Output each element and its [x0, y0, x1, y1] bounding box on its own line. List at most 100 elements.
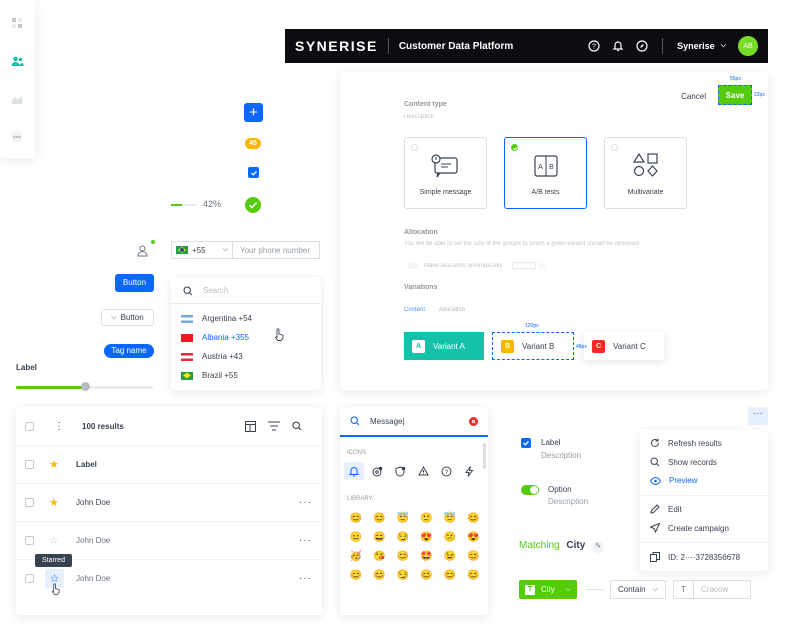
- emoji-item[interactable]: 😏: [391, 532, 415, 543]
- menu-item-show-records[interactable]: Show records: [650, 457, 717, 467]
- row-menu-icon[interactable]: ···: [299, 573, 312, 584]
- bolt-icon[interactable]: [459, 462, 479, 480]
- compass-icon[interactable]: [636, 40, 648, 52]
- emoji-item[interactable]: 😍: [462, 532, 486, 543]
- row-menu-icon[interactable]: ···: [299, 497, 312, 508]
- content-type-multivariate[interactable]: Multivariate: [604, 137, 687, 209]
- emoji-item[interactable]: 😊: [438, 570, 462, 581]
- country-code-select[interactable]: +55 ⌵: [171, 241, 233, 259]
- emoji-item[interactable]: 😏: [391, 570, 415, 581]
- emoji-item[interactable]: 😉: [438, 551, 462, 562]
- emoji-item[interactable]: 😊: [368, 570, 392, 581]
- edit-icon[interactable]: ✎: [592, 541, 605, 553]
- country-item-brazil[interactable]: Brazil +55: [181, 371, 238, 380]
- search-icon[interactable]: [292, 421, 302, 431]
- content-type-simple-message[interactable]: Simple message: [404, 137, 487, 209]
- notification-icon[interactable]: [344, 462, 364, 480]
- settings-alert-icon[interactable]: [367, 462, 387, 480]
- country-item-albania[interactable]: Albania +355: [181, 333, 249, 342]
- menu-item-edit[interactable]: Edit: [650, 504, 682, 514]
- more-vertical-icon[interactable]: ⋮: [54, 421, 64, 432]
- slider-handle[interactable]: [81, 382, 90, 391]
- country-search-input[interactable]: Search: [171, 278, 321, 304]
- emoji-item[interactable]: 😊: [344, 570, 368, 581]
- row-checkbox[interactable]: [25, 574, 34, 583]
- row-checkbox[interactable]: [25, 460, 34, 469]
- phone-number-field[interactable]: Your phone number: [233, 241, 320, 259]
- content-type-ab-tests[interactable]: AB A/B tests: [504, 137, 587, 209]
- menu-item-copy-id[interactable]: ID: 2····3728356678: [650, 552, 740, 562]
- emoji-item[interactable]: 😕: [438, 532, 462, 543]
- row-checkbox[interactable]: [25, 536, 34, 545]
- row-checkbox[interactable]: [25, 498, 34, 507]
- avatar[interactable]: AB: [738, 36, 758, 56]
- value-input[interactable]: T Cracow: [673, 580, 751, 599]
- star-filled-icon[interactable]: ★: [49, 496, 59, 509]
- users-icon[interactable]: [10, 54, 24, 68]
- emoji-item[interactable]: 😊: [368, 513, 392, 524]
- workspace-switcher[interactable]: Synerise ⌵: [677, 41, 726, 51]
- star-filled-icon[interactable]: ★: [49, 458, 59, 471]
- columns-icon[interactable]: [245, 420, 256, 432]
- notification-icon[interactable]: [612, 40, 624, 52]
- cancel-button[interactable]: Cancel: [681, 92, 706, 101]
- emoji-item[interactable]: 😊: [462, 570, 486, 581]
- clear-icon[interactable]: [469, 416, 478, 426]
- menu-item-create-campaign[interactable]: Create campaign: [650, 523, 729, 533]
- more-icon[interactable]: [10, 130, 24, 144]
- emoji-item[interactable]: 😐: [344, 532, 368, 543]
- emoji-item[interactable]: 😇: [391, 513, 415, 524]
- tab-allocation[interactable]: Allocation: [439, 307, 465, 313]
- filter-icon[interactable]: [268, 421, 280, 431]
- city-chip[interactable]: T City ⌵: [519, 580, 577, 599]
- country-item-austria[interactable]: Austria +43: [181, 352, 243, 361]
- icon-search-input[interactable]: Message|: [340, 407, 488, 437]
- checkbox-checked[interactable]: [248, 167, 259, 178]
- emoji-item[interactable]: 🤩: [415, 551, 439, 562]
- row-menu-icon[interactable]: ···: [299, 535, 312, 546]
- menu-item-preview[interactable]: Preview: [650, 476, 697, 485]
- emoji-item[interactable]: 😊: [391, 551, 415, 562]
- radio-checked-icon[interactable]: [511, 144, 518, 151]
- emoji-item[interactable]: 😊: [344, 513, 368, 524]
- synerise-logo[interactable]: SYNERISE: [295, 38, 378, 54]
- emoji-item[interactable]: 😘: [368, 551, 392, 562]
- emoji-item[interactable]: 🥳: [344, 551, 368, 562]
- primary-button[interactable]: Button: [115, 274, 154, 292]
- allocation-input[interactable]: [512, 262, 536, 269]
- option-toggle[interactable]: [521, 485, 539, 495]
- emoji-item[interactable]: 😊: [462, 551, 486, 562]
- select-all-checkbox[interactable]: [25, 421, 34, 431]
- shield-alert-icon[interactable]: [390, 462, 410, 480]
- emoji-item[interactable]: 🙂: [415, 513, 439, 524]
- tab-content[interactable]: Content: [404, 307, 425, 313]
- emoji-item[interactable]: 😊: [415, 570, 439, 581]
- tag[interactable]: Tag name: [104, 344, 154, 358]
- help-icon[interactable]: ?: [436, 462, 456, 480]
- operator-select[interactable]: Contain ⌵: [610, 580, 666, 599]
- star-outline-icon[interactable]: ☆: [49, 534, 59, 547]
- warning-icon[interactable]: [413, 462, 433, 480]
- chart-icon[interactable]: [10, 92, 24, 106]
- variant-c[interactable]: C Variant C: [584, 332, 664, 360]
- radio-button[interactable]: [411, 144, 418, 151]
- emoji-item[interactable]: 😍: [415, 532, 439, 543]
- variant-b[interactable]: B Variant B: [492, 332, 574, 360]
- emoji-item[interactable]: 😇: [438, 513, 462, 524]
- radio-button[interactable]: [611, 144, 618, 151]
- emoji-item[interactable]: 😄: [368, 532, 392, 543]
- emoji-item[interactable]: 😊: [462, 513, 486, 524]
- label-checkbox[interactable]: [521, 438, 531, 448]
- scrollbar[interactable]: [483, 443, 486, 469]
- variant-a[interactable]: A Variant A: [404, 332, 484, 360]
- country-item-argentina[interactable]: Argentina +54: [181, 314, 252, 323]
- allocation-toggle[interactable]: [408, 263, 418, 269]
- save-button[interactable]: Save: [718, 85, 752, 105]
- table-row[interactable]: ★ John Doe ···: [16, 483, 322, 521]
- dropdown-button[interactable]: ⌵ Button: [101, 309, 154, 326]
- add-button[interactable]: +: [244, 103, 263, 122]
- more-options-button[interactable]: ···: [748, 407, 768, 425]
- menu-item-refresh[interactable]: Refresh results: [650, 438, 722, 448]
- help-icon[interactable]: ?: [588, 40, 600, 52]
- dashboard-icon[interactable]: [10, 16, 24, 30]
